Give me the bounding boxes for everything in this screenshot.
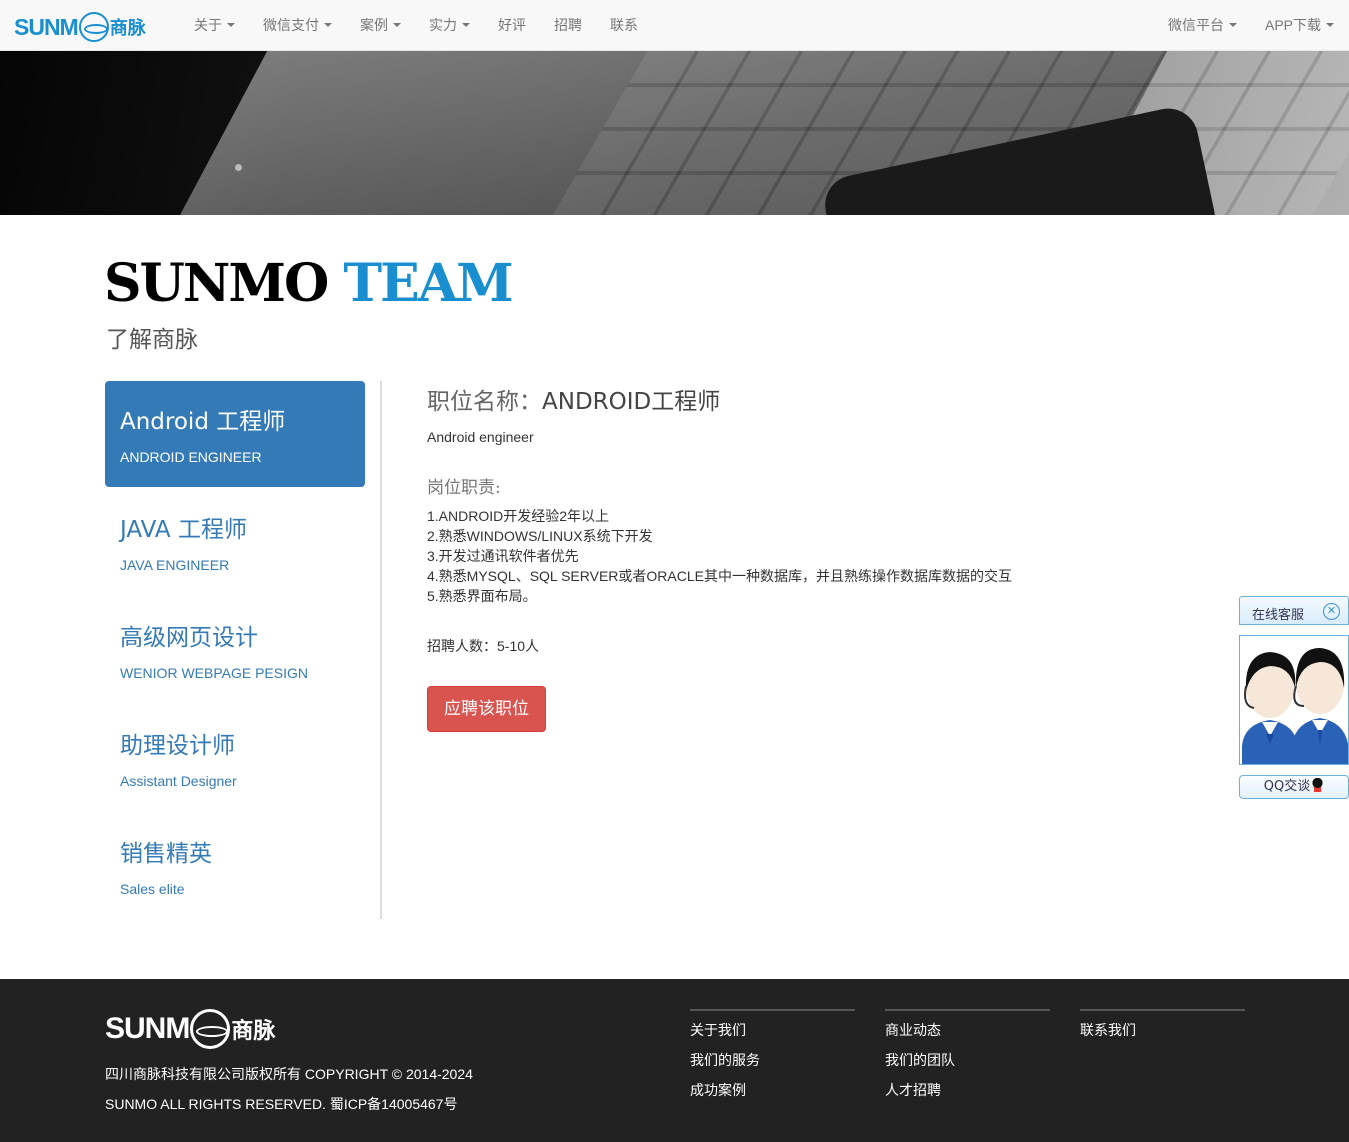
job-cn-title: Android 工程师 (120, 409, 286, 435)
nav-item-cases[interactable]: 案例 (346, 0, 415, 50)
nav-label: 联系 (610, 17, 638, 33)
qq-chat-button[interactable]: QQ交谈 (1239, 775, 1349, 799)
duty-list: 1.ANDROID开发经验2年以上 2.熟悉WINDOWS/LINUX系统下开发… (427, 506, 1207, 606)
page-subtitle: 了解商脉 (106, 327, 198, 353)
caret-down-icon (1326, 23, 1334, 27)
close-icon[interactable]: ✕ (1323, 603, 1340, 620)
caret-down-icon (393, 23, 401, 27)
duty-heading: 岗位职责: (427, 478, 501, 498)
job-item-assistant-designer[interactable]: 助理设计师 Assistant Designer (105, 705, 365, 811)
title-word2: TEAM (343, 253, 513, 314)
caret-down-icon (462, 23, 470, 27)
nav-item-wechat-pay[interactable]: 微信支付 (249, 0, 346, 50)
footer-link-cases[interactable]: 成功案例 (690, 1081, 855, 1101)
caret-down-icon (1228, 23, 1237, 27)
apply-button[interactable]: 应聘该职位 (427, 686, 546, 732)
nav-item-about[interactable]: 关于 (180, 0, 249, 50)
footer-logo-text: SUNM (105, 1012, 190, 1045)
nav-label: 招聘 (554, 17, 582, 33)
job-cn-title: JAVA 工程师 (120, 517, 247, 543)
headcount: 招聘人数：5-10人 (427, 638, 540, 654)
nav-label: 案例 (360, 17, 388, 33)
job-en-title: WENIOR WEBPAGE PESIGN (120, 665, 308, 681)
footer-col-news: 商业动态 我们的团队 人才招聘 (885, 1009, 1050, 1111)
nav-left: 关于 微信支付 案例 实力 好评 招聘 联系 (180, 0, 652, 50)
nav-item-contact[interactable]: 联系 (596, 0, 652, 50)
caret-down-icon (324, 23, 332, 27)
job-title-label: 职位名称： (427, 389, 542, 415)
nav-label: 微信平台 (1167, 17, 1224, 33)
footer-logo: SUNM 商脉 (105, 1009, 275, 1049)
footer-copyright: 四川商脉科技有限公司版权所有 COPYRIGHT © 2014-2024 (105, 1066, 473, 1082)
nav-right: 微信平台 APP下载 (1154, 0, 1349, 50)
footer-col-about: 关于我们 我们的服务 成功案例 (690, 1009, 855, 1111)
nav-label: 好评 (498, 17, 526, 33)
duty-item: 4.熟悉MYSQL、SQL SERVER或者ORACLE其中一种数据库，并且熟练… (427, 568, 1012, 584)
nav-item-strength[interactable]: 实力 (415, 0, 484, 50)
brand-cn-text: 商脉 (109, 18, 146, 39)
online-service-tab[interactable]: 在线客服 ✕ (1239, 596, 1349, 625)
job-item-web-design[interactable]: 高级网页设计 WENIOR WEBPAGE PESIGN (105, 597, 365, 703)
nav-item-wechat-platform[interactable]: 微信平台 (1154, 0, 1251, 50)
brand-logo[interactable]: SUNM 商脉 (14, 12, 146, 42)
nav-item-app-download[interactable]: APP下载 (1251, 0, 1349, 50)
footer-rights: SUNMO ALL RIGHTS RESERVED. 蜀ICP备14005467… (105, 1096, 458, 1112)
duty-item: 5.熟悉界面布局。 (427, 588, 537, 604)
hero-banner (0, 51, 1349, 215)
qq-chat-label: QQ交谈 (1263, 779, 1311, 794)
footer-link-recruit[interactable]: 人才招聘 (885, 1081, 1050, 1101)
job-item-java[interactable]: JAVA 工程师 JAVA ENGINEER (105, 489, 365, 595)
footer: SUNM 商脉 四川商脉科技有限公司版权所有 COPYRIGHT © 2014-… (0, 979, 1349, 1142)
nav-label: 微信支付 (263, 17, 319, 33)
title-word1: SUNMO (104, 253, 329, 314)
job-menu: Android 工程师 ANDROID ENGINEER JAVA 工程师 JA… (105, 381, 365, 921)
job-item-android[interactable]: Android 工程师 ANDROID ENGINEER (105, 381, 365, 487)
job-english-name: Android engineer (427, 429, 534, 445)
job-detail: 职位名称：ANDROID工程师 Android engineer 岗位职责: 1… (427, 385, 1207, 732)
duty-item: 2.熟悉WINDOWS/LINUX系统下开发 (427, 528, 653, 544)
footer-link-contact[interactable]: 联系我们 (1080, 1021, 1245, 1041)
nav-label: APP下载 (1264, 17, 1321, 33)
customer-service-avatar[interactable] (1239, 635, 1349, 765)
brand-text: SUNM (14, 13, 79, 40)
job-en-title: JAVA ENGINEER (120, 557, 230, 573)
banner-dot (235, 164, 242, 171)
support-agents-icon (1240, 636, 1348, 764)
footer-logo-cn: 商脉 (231, 1019, 276, 1044)
footer-link-services[interactable]: 我们的服务 (690, 1051, 855, 1071)
job-cn-title: 销售精英 (120, 841, 212, 867)
nav-item-reviews[interactable]: 好评 (484, 0, 540, 50)
job-en-title: ANDROID ENGINEER (120, 449, 262, 465)
duty-item: 3.开发过通讯软件者优先 (427, 548, 579, 564)
job-en-title: Assistant Designer (120, 773, 237, 789)
page-title: SUNMO TEAM (104, 253, 514, 314)
footer-link-team[interactable]: 我们的团队 (885, 1051, 1050, 1071)
globe-icon (78, 12, 109, 42)
menu-divider (380, 381, 382, 919)
nav-label: 实力 (429, 17, 457, 33)
caret-down-icon (227, 23, 235, 27)
job-cn-title: 助理设计师 (120, 733, 235, 759)
job-en-title: Sales elite (120, 881, 185, 897)
job-item-sales[interactable]: 销售精英 Sales elite (105, 813, 365, 919)
qq-penguin-icon (1311, 778, 1325, 792)
job-title: 职位名称：ANDROID工程师 (427, 385, 1207, 419)
online-service-label: 在线客服 (1252, 608, 1305, 623)
globe-icon (190, 1009, 231, 1049)
footer-link-about-us[interactable]: 关于我们 (690, 1021, 855, 1041)
footer-col-contact: 联系我们 (1080, 1009, 1245, 1051)
footer-link-news[interactable]: 商业动态 (885, 1021, 1050, 1041)
job-title-value: ANDROID工程师 (542, 389, 721, 415)
top-navbar: SUNM 商脉 关于 微信支付 案例 实力 好评 招聘 联系 微信平台 APP下… (0, 0, 1349, 51)
job-cn-title: 高级网页设计 (120, 625, 258, 651)
nav-item-jobs[interactable]: 招聘 (540, 0, 596, 50)
nav-label: 关于 (194, 17, 222, 33)
duty-item: 1.ANDROID开发经验2年以上 (427, 508, 610, 524)
